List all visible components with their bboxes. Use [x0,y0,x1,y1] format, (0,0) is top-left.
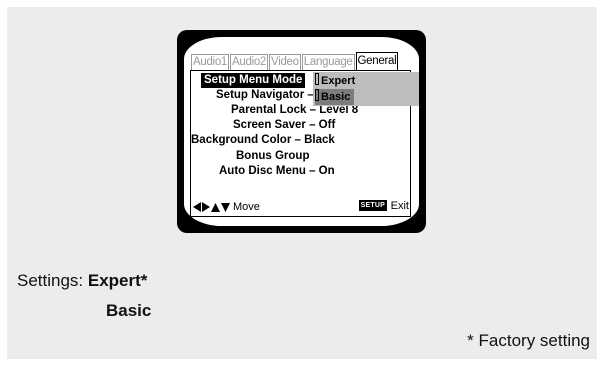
menu-item-auto-disc-menu[interactable]: Auto Disc Menu – On [219,164,335,179]
option-marker-icon [315,73,319,85]
tab-video[interactable]: Video [269,54,301,70]
menu-item-setup-menu-mode[interactable]: Setup Menu Mode [201,73,306,88]
setup-button-icon[interactable]: SETUP [358,200,387,211]
menu-item-background-color[interactable]: Background Color – Black [191,133,335,148]
osd-screen: Audio1 Audio2 Video Language General Set… [184,37,419,226]
arrow-keys: Move [193,201,260,213]
down-arrow-icon [221,202,230,212]
up-arrow-icon [211,202,220,212]
option-expert-label: Expert [321,75,356,87]
tab-audio2[interactable]: Audio2 [230,54,269,70]
tv-screen-frame: Audio1 Audio2 Video Language General Set… [177,30,426,233]
tab-bar: Audio1 Audio2 Video Language General [191,52,399,70]
exit-label: Exit [390,200,409,212]
option-basic-label: Basic [321,91,351,103]
factory-setting-note: * Factory setting [467,331,590,350]
menu-item-setup-navigator[interactable]: Setup Navigator – [216,88,314,103]
option-basic[interactable]: Basic [315,89,355,105]
tab-general[interactable]: General [355,52,399,70]
tab-language[interactable]: Language [301,54,355,70]
osd-footer: Move SETUP Exit [193,200,409,214]
menu-item-screen-saver[interactable]: Screen Saver – Off [233,118,335,133]
mode-dropdown: Expert Basic [313,72,419,106]
left-arrow-icon [193,202,201,212]
settings-line: Settings: Expert* [17,271,147,291]
move-label: Move [233,201,260,213]
menu-item-bonus-group[interactable]: Bonus Group [236,149,309,164]
option-expert[interactable]: Expert [315,73,355,89]
settings-prefix: Settings: [17,271,88,290]
option-marker-icon [315,89,319,101]
tab-audio1[interactable]: Audio1 [191,54,230,70]
settings-default-option: Expert* [87,271,148,290]
right-arrow-icon [202,202,210,212]
settings-other-option: Basic [106,301,152,320]
